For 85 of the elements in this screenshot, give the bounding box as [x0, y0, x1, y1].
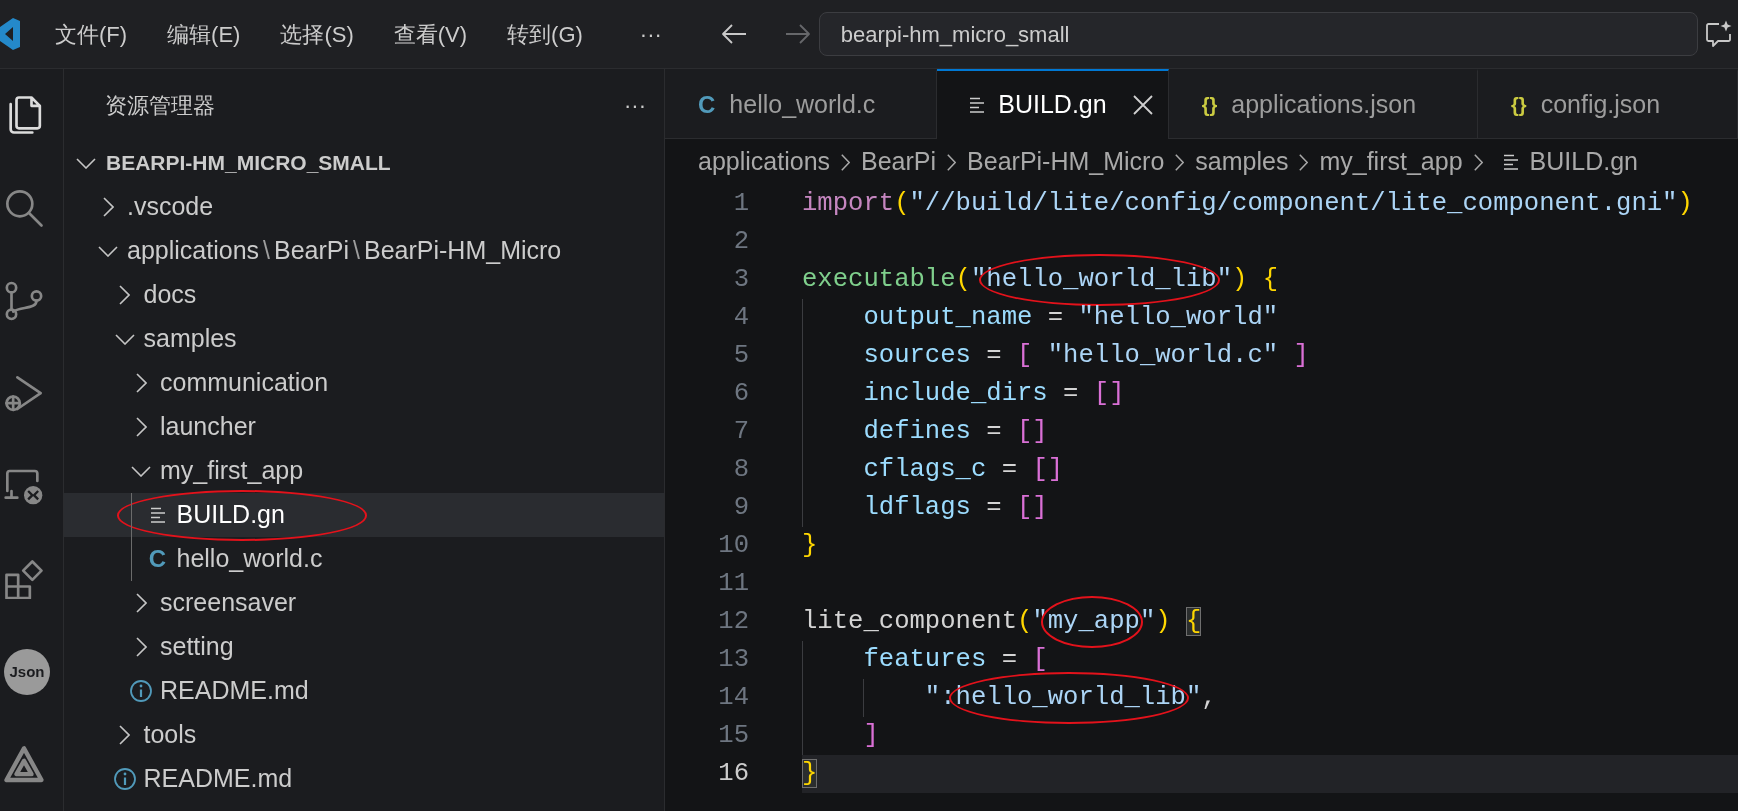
tree-item[interactable]: README.md	[64, 669, 664, 713]
tree-item[interactable]: README.md	[64, 757, 664, 801]
info-icon	[130, 680, 152, 702]
editor-tab[interactable]: BUILD.gn	[937, 69, 1169, 139]
menu-item[interactable]: 文件(F)	[35, 12, 148, 56]
line-number: 5	[732, 340, 749, 372]
code-line: ]	[863, 720, 879, 752]
code-line: output_name = "hello_world"	[863, 302, 1279, 334]
line-number: 11	[717, 568, 749, 600]
tree-item[interactable]: .vscode	[64, 185, 664, 229]
search-field[interactable]: bearpi-hm_micro_small	[818, 12, 1698, 56]
line-number: 16	[717, 758, 749, 790]
sidebar-title: 资源管理器	[105, 91, 215, 120]
code-line: sources = [ "hello_world.c" ]	[863, 340, 1309, 372]
tree-item[interactable]: setting	[64, 625, 664, 669]
breadcrumb-item[interactable]: BearPi-HM_Micro	[967, 143, 1165, 181]
tree-item[interactable]: samples	[64, 317, 664, 361]
play-bug-icon[interactable]	[4, 373, 44, 414]
triangle-logo-icon[interactable]	[4, 744, 44, 785]
tree-item[interactable]: communication	[64, 361, 664, 405]
breadcrumb-item[interactable]: BearPi	[861, 143, 937, 181]
text-lines-icon	[150, 507, 165, 523]
tree-item[interactable]: BEARPI-HM_MICRO_SMALL	[64, 141, 664, 185]
code-line: import("//build/lite/config/component/lite_component.gni")	[802, 188, 1693, 220]
tree-item[interactable]: tools	[64, 713, 664, 757]
code-line: executable("hello_world_lib") {	[802, 264, 1279, 296]
json-file-icon: {}	[1511, 94, 1527, 115]
line-number: 2	[732, 226, 749, 258]
line-number: 6	[732, 378, 749, 410]
code-line: defines = []	[863, 416, 1048, 448]
text-lines-icon	[1503, 154, 1518, 170]
code-line: ":hello_world_lib",	[924, 682, 1217, 714]
line-number: 1	[732, 188, 749, 220]
editor-tab[interactable]: {} config.json	[1478, 69, 1738, 139]
menu-item[interactable]: 查看(V)	[373, 12, 488, 56]
c-file-icon: C	[148, 547, 167, 571]
chat-sparkle-icon[interactable]	[1704, 20, 1733, 48]
menu-item[interactable]: 编辑(E)	[147, 12, 261, 56]
more-actions-button[interactable]: ···	[620, 88, 650, 122]
line-number: 13	[717, 644, 749, 676]
menu-item[interactable]: 转到(G)	[487, 12, 603, 56]
line-number: 15	[717, 720, 749, 752]
back-arrow-icon[interactable]	[720, 23, 747, 45]
editor-tab[interactable]: {} applications.json	[1168, 69, 1479, 139]
line-number: 7	[732, 416, 749, 448]
editor-tab[interactable]: C hello_world.c	[665, 69, 938, 139]
line-number: 9	[732, 492, 749, 524]
more-menu-button[interactable]: ···	[631, 12, 670, 56]
extensions-icon[interactable]	[4, 559, 44, 600]
line-number: 8	[732, 454, 749, 486]
code-line: }	[802, 530, 818, 562]
chevron-right-icon	[1299, 153, 1309, 171]
app-logo-icon	[0, 18, 20, 50]
branch-icon[interactable]	[4, 280, 44, 321]
line-number: 10	[717, 530, 749, 562]
line-number: 12	[717, 606, 749, 638]
json-file-icon: {}	[1201, 94, 1218, 115]
code-line: ldflags = []	[863, 492, 1048, 524]
breadcrumb-item[interactable]: my_first_app	[1319, 143, 1463, 181]
line-number: 3	[732, 264, 749, 296]
tree-item[interactable]: launcher	[64, 405, 664, 449]
c-file-icon: C	[698, 92, 716, 117]
line-number: 4	[732, 302, 749, 334]
tree-item[interactable]: docs	[64, 273, 664, 317]
text-lines-icon	[970, 97, 985, 113]
breadcrumb-item[interactable]: BUILD.gn	[1529, 143, 1638, 181]
tree-item[interactable]: screensaver	[64, 581, 664, 625]
chevron-right-icon	[947, 153, 957, 171]
code-line: features = [	[863, 644, 1048, 676]
info-icon	[113, 768, 136, 790]
chevron-right-icon	[1473, 153, 1483, 171]
code-line: cflags_c = []	[863, 454, 1064, 486]
line-number: 14	[717, 682, 749, 714]
chevron-right-icon	[1175, 153, 1185, 171]
chevron-right-icon	[841, 153, 851, 171]
menu-item[interactable]: 选择(S)	[260, 12, 374, 56]
tree-item[interactable]: C hello_world.c	[64, 537, 664, 581]
tree-item[interactable]: applications\BearPi\BearPi-HM_Micro	[64, 229, 664, 273]
breadcrumb-item[interactable]: applications	[698, 143, 831, 181]
code-line: include_dirs = []	[863, 378, 1125, 410]
search-icon[interactable]	[4, 188, 44, 229]
tree-item[interactable]: my_first_app	[64, 449, 664, 493]
json-badge-button[interactable]: Json	[4, 648, 50, 695]
breadcrumb-item[interactable]: samples	[1195, 143, 1289, 181]
close-icon[interactable]	[1132, 95, 1153, 115]
